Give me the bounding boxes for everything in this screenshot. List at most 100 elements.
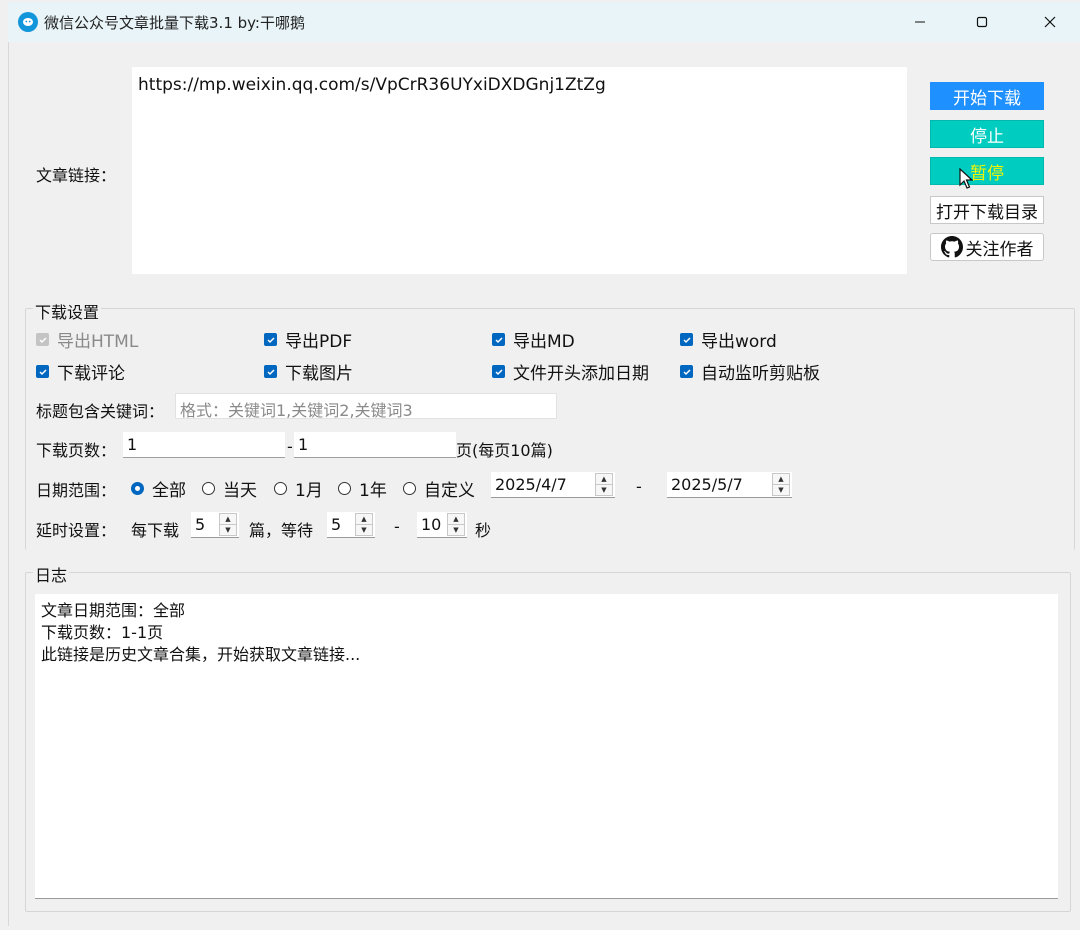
maximize-icon bbox=[976, 16, 988, 28]
radio-icon bbox=[274, 482, 287, 495]
add-date-prefix-label: 文件开头添加日期 bbox=[513, 364, 649, 384]
checkbox-check-icon bbox=[680, 333, 693, 346]
date-to-picker[interactable]: 2025/5/7 ▲ ▼ bbox=[667, 472, 792, 498]
download-images-checkbox[interactable]: 下载图片 bbox=[264, 359, 353, 384]
delay-max-arrows[interactable]: ▲ ▼ bbox=[447, 513, 465, 536]
date-to-value: 2025/5/7 bbox=[671, 475, 743, 494]
delay-every-label: 每下载 bbox=[131, 521, 180, 540]
checkbox-check-icon bbox=[492, 333, 505, 346]
download-settings-title: 下载设置 bbox=[33, 299, 102, 323]
checkbox-check-icon bbox=[492, 365, 505, 378]
export-pdf-checkbox[interactable]: 导出PDF bbox=[264, 327, 352, 352]
delay-count-spinner[interactable]: 5 ▲ ▼ bbox=[191, 512, 239, 538]
delay-min-arrows[interactable]: ▲ ▼ bbox=[355, 513, 373, 536]
window-title: 微信公众号文章批量下载3.1 by:干哪鹅 bbox=[44, 13, 305, 32]
radio-icon bbox=[403, 482, 416, 495]
radio-icon bbox=[338, 482, 351, 495]
delay-count-value: 5 bbox=[195, 515, 206, 534]
follow-author-label: 关注作者 bbox=[965, 239, 1034, 260]
delay-unit-label: 秒 bbox=[475, 521, 492, 540]
delay-count-arrows[interactable]: ▲ ▼ bbox=[219, 513, 237, 536]
checkbox-check-icon bbox=[264, 365, 277, 378]
page-suffix: 页(每页10篇) bbox=[456, 441, 553, 460]
chevron-down-icon[interactable]: ▼ bbox=[773, 485, 789, 495]
date-radio-custom-label: 自定义 bbox=[424, 481, 475, 501]
radio-selected-icon bbox=[131, 482, 144, 495]
chevron-down-icon[interactable]: ▼ bbox=[596, 485, 612, 495]
download-images-label: 下载图片 bbox=[285, 364, 353, 384]
date-radio-month[interactable]: 1月 bbox=[274, 476, 323, 501]
window-body: 文章链接： https://mp.weixin.qq.com/s/VpCrR36… bbox=[8, 42, 1080, 926]
chevron-up-icon[interactable]: ▲ bbox=[220, 514, 236, 525]
minimize-icon bbox=[915, 21, 925, 23]
date-from-value: 2025/4/7 bbox=[495, 475, 567, 494]
log-line: 文章日期范围：全部 bbox=[41, 601, 186, 620]
delay-mid-label: 篇，等待 bbox=[249, 521, 314, 540]
radio-icon bbox=[202, 482, 215, 495]
log-line: 此链接是历史文章合集，开始获取文章链接... bbox=[41, 645, 361, 664]
date-radio-custom[interactable]: 自定义 bbox=[403, 476, 475, 501]
delay-min-spinner[interactable]: 5 ▲ ▼ bbox=[327, 512, 375, 538]
mouse-cursor-icon bbox=[959, 168, 973, 189]
download-comments-checkbox[interactable]: 下载评论 bbox=[36, 359, 125, 384]
date-to-spinner[interactable]: ▲ ▼ bbox=[772, 473, 790, 496]
date-radio-all-label: 全部 bbox=[152, 481, 186, 501]
delay-min-value: 5 bbox=[331, 515, 342, 534]
keyword-label: 标题包含关键词： bbox=[36, 402, 165, 421]
export-html-label: 导出HTML bbox=[57, 332, 139, 352]
delay-max-spinner[interactable]: 10 ▲ ▼ bbox=[417, 512, 467, 538]
export-html-checkbox[interactable]: 导出HTML bbox=[36, 327, 138, 352]
download-comments-label: 下载评论 bbox=[57, 364, 125, 384]
close-button[interactable] bbox=[1020, 2, 1080, 42]
date-from-picker[interactable]: 2025/4/7 ▲ ▼ bbox=[491, 472, 615, 498]
date-radio-today[interactable]: 当天 bbox=[202, 476, 257, 501]
export-word-checkbox[interactable]: 导出word bbox=[680, 327, 777, 352]
chevron-up-icon[interactable]: ▲ bbox=[448, 514, 464, 525]
date-radio-month-label: 1月 bbox=[295, 481, 323, 501]
export-md-checkbox[interactable]: 导出MD bbox=[492, 327, 575, 352]
chevron-down-icon[interactable]: ▼ bbox=[220, 525, 236, 535]
app-logo-icon bbox=[18, 12, 38, 32]
date-radio-today-label: 当天 bbox=[223, 481, 257, 501]
title-bar: 微信公众号文章批量下载3.1 by:干哪鹅 bbox=[8, 2, 1080, 42]
chevron-up-icon[interactable]: ▲ bbox=[356, 514, 372, 525]
pause-button[interactable]: 暂停 bbox=[930, 157, 1044, 185]
close-icon bbox=[1044, 16, 1056, 28]
minimize-button[interactable] bbox=[890, 2, 950, 42]
checkbox-check-icon bbox=[680, 365, 693, 378]
follow-author-button[interactable]: 关注作者 bbox=[930, 233, 1044, 261]
start-download-button[interactable]: 开始下载 bbox=[930, 82, 1044, 110]
log-line: 下载页数：1-1页 bbox=[41, 623, 164, 642]
link-label: 文章链接： bbox=[36, 166, 117, 185]
date-dash: - bbox=[636, 477, 642, 496]
page-from-input[interactable]: 1 bbox=[123, 432, 285, 458]
date-radio-all[interactable]: 全部 bbox=[131, 476, 186, 501]
date-radio-year[interactable]: 1年 bbox=[338, 476, 387, 501]
chevron-down-icon[interactable]: ▼ bbox=[448, 525, 464, 535]
chevron-up-icon[interactable]: ▲ bbox=[596, 474, 612, 485]
export-pdf-label: 导出PDF bbox=[285, 332, 353, 352]
chevron-up-icon[interactable]: ▲ bbox=[773, 474, 789, 485]
delay-max-value: 10 bbox=[421, 515, 442, 534]
open-download-dir-button[interactable]: 打开下载目录 bbox=[930, 196, 1044, 224]
article-link-textarea[interactable]: https://mp.weixin.qq.com/s/VpCrR36UYxiDX… bbox=[132, 67, 907, 274]
add-date-prefix-checkbox[interactable]: 文件开头添加日期 bbox=[492, 359, 649, 384]
checkbox-check-icon bbox=[36, 333, 49, 346]
github-icon bbox=[940, 236, 963, 258]
maximize-button[interactable] bbox=[952, 2, 1012, 42]
page-dash: - bbox=[287, 437, 293, 456]
date-from-spinner[interactable]: ▲ ▼ bbox=[595, 473, 613, 496]
log-textarea[interactable]: 文章日期范围：全部 下载页数：1-1页 此链接是历史文章合集，开始获取文章链接.… bbox=[35, 594, 1058, 899]
export-md-label: 导出MD bbox=[513, 332, 575, 352]
delay-label: 延时设置： bbox=[36, 521, 117, 540]
date-range-label: 日期范围： bbox=[36, 481, 117, 500]
stop-button[interactable]: 停止 bbox=[930, 120, 1044, 148]
keyword-input[interactable]: 格式：关键词1,关键词2,关键词3 bbox=[175, 393, 557, 420]
watch-clipboard-label: 自动监听剪贴板 bbox=[701, 364, 820, 384]
watch-clipboard-checkbox[interactable]: 自动监听剪贴板 bbox=[680, 359, 820, 384]
checkbox-check-icon bbox=[264, 333, 277, 346]
pages-label: 下载页数： bbox=[36, 441, 117, 460]
delay-dash: - bbox=[394, 517, 400, 536]
chevron-down-icon[interactable]: ▼ bbox=[356, 525, 372, 535]
page-to-input[interactable]: 1 bbox=[294, 432, 456, 458]
